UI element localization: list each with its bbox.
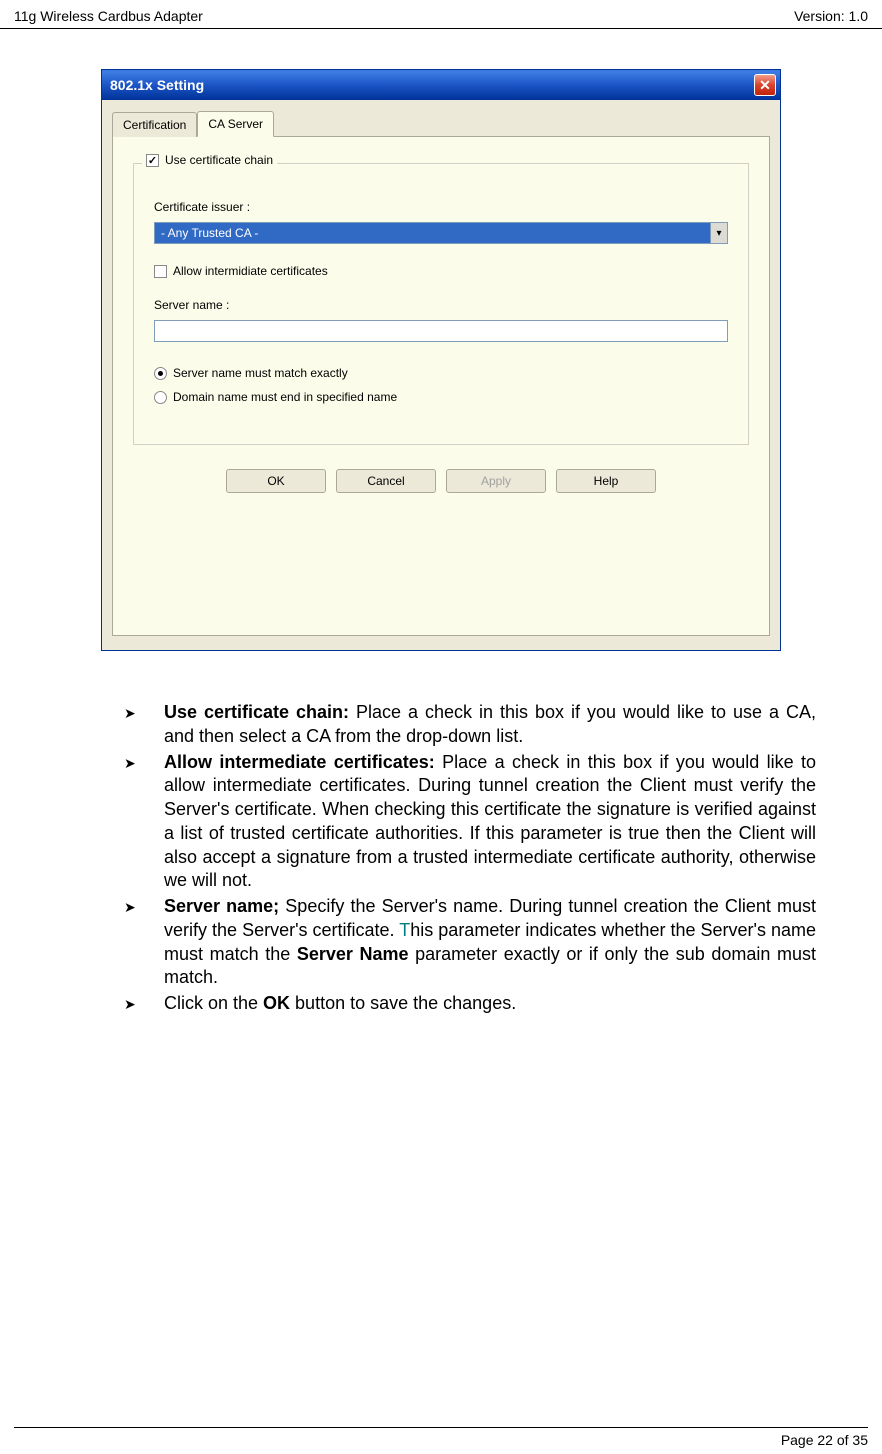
close-icon[interactable]: ✕ xyxy=(754,74,776,96)
ok-button[interactable]: OK xyxy=(226,469,326,493)
allow-intermid-checkbox[interactable] xyxy=(154,265,167,278)
cert-chain-group: Use certificate chain Certificate issuer… xyxy=(133,163,749,445)
dialog-title: 802.1x Setting xyxy=(110,77,204,93)
help-button[interactable]: Help xyxy=(556,469,656,493)
allow-intermid-label: Allow intermidiate certificates xyxy=(173,264,328,278)
page-header: 11g Wireless Cardbus Adapter Version: 1.… xyxy=(0,0,882,29)
dialog-button-row: OK Cancel Apply Help xyxy=(129,455,753,493)
page-number: Page 22 of 35 xyxy=(781,1432,868,1448)
chevron-down-icon[interactable] xyxy=(710,222,728,244)
radio-exact-label: Server name must match exactly xyxy=(173,366,348,380)
dialog-titlebar: 802.1x Setting ✕ xyxy=(102,70,780,100)
bullet-icon: ➤ xyxy=(124,895,164,990)
instruction-text: ➤ Use certificate chain: Place a check i… xyxy=(14,701,868,1016)
allow-intermid-row: Allow intermidiate certificates xyxy=(154,264,728,278)
tab-panel: Use certificate chain Certificate issuer… xyxy=(112,136,770,636)
doc-version: Version: 1.0 xyxy=(794,8,868,24)
use-cert-chain-checkbox[interactable] xyxy=(146,154,159,167)
group-legend: Use certificate chain xyxy=(142,153,277,167)
dropdown-value: - Any Trusted CA - xyxy=(154,222,710,244)
tab-certification[interactable]: Certification xyxy=(112,112,197,137)
settings-dialog: 802.1x Setting ✕ Certification CA Server… xyxy=(101,69,781,651)
cancel-button[interactable]: Cancel xyxy=(336,469,436,493)
bullet-content: Click on the OK button to save the chang… xyxy=(164,992,816,1016)
radio-exact-row: Server name must match exactly xyxy=(154,366,728,380)
page-content: 802.1x Setting ✕ Certification CA Server… xyxy=(0,29,882,1016)
bullet-icon: ➤ xyxy=(124,751,164,894)
bullet-content: Use certificate chain: Place a check in … xyxy=(164,701,816,749)
bullet-content: Server name; Specify the Server's name. … xyxy=(164,895,816,990)
server-name-label: Server name : xyxy=(154,298,728,312)
apply-button[interactable]: Apply xyxy=(446,469,546,493)
radio-domain[interactable] xyxy=(154,391,167,404)
dialog-body: Certification CA Server Use certificate … xyxy=(102,100,780,650)
bullet-content: Allow intermediate certificates: Place a… xyxy=(164,751,816,894)
tab-ca-server[interactable]: CA Server xyxy=(197,111,274,137)
radio-exact[interactable] xyxy=(154,367,167,380)
page-footer: Page 22 of 35 xyxy=(14,1427,868,1448)
cert-issuer-label: Certificate issuer : xyxy=(154,200,728,214)
bullet-icon: ➤ xyxy=(124,992,164,1016)
server-name-input[interactable] xyxy=(154,320,728,342)
bullet-icon: ➤ xyxy=(124,701,164,749)
doc-title: 11g Wireless Cardbus Adapter xyxy=(14,8,203,24)
radio-domain-row: Domain name must end in specified name xyxy=(154,390,728,404)
tab-strip: Certification CA Server xyxy=(112,110,770,137)
cert-issuer-dropdown[interactable]: - Any Trusted CA - xyxy=(154,222,728,244)
radio-domain-label: Domain name must end in specified name xyxy=(173,390,397,404)
use-cert-chain-label: Use certificate chain xyxy=(165,153,273,167)
